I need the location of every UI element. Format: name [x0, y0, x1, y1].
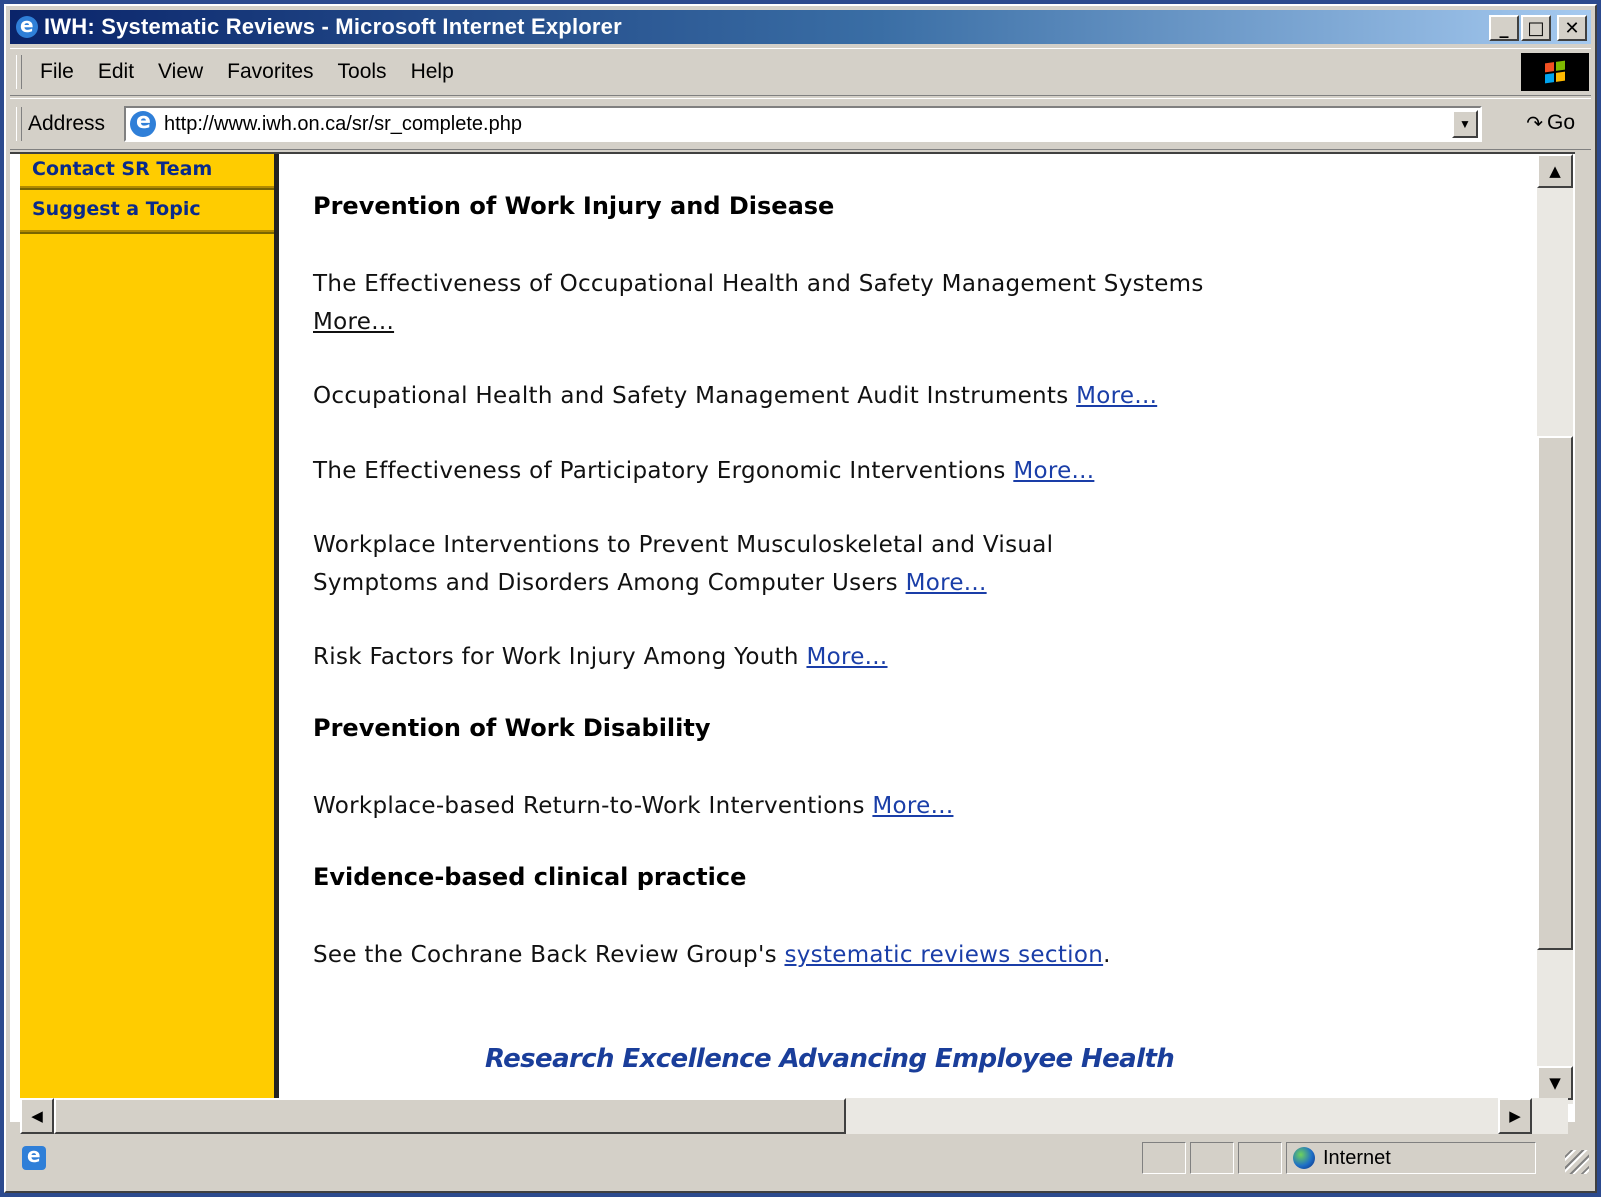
window-controls: _ □ ✕ [1489, 15, 1587, 41]
address-bar: Address http://www.iwh.on.ca/sr/sr_compl… [10, 98, 1591, 150]
menu-bar: File Edit View Favorites Tools Help [10, 48, 1591, 96]
menu-edit[interactable]: Edit [86, 60, 146, 84]
sidebar-item-contact[interactable]: Contact SR Team [20, 154, 274, 188]
page-viewport: Contact SR Team Suggest a Topic Preventi… [10, 152, 1575, 1122]
more-link[interactable]: More... [806, 644, 887, 670]
menu-help[interactable]: Help [399, 60, 466, 84]
list-item: Workplace Interventions to Prevent Muscu… [313, 526, 1173, 602]
status-panel [1238, 1142, 1282, 1174]
status-panel [1190, 1142, 1234, 1174]
title-bar[interactable]: IWH: Systematic Reviews - Microsoft Inte… [10, 10, 1591, 44]
horizontal-scroll-thumb[interactable] [54, 1098, 846, 1134]
address-label: Address [28, 112, 106, 135]
list-item: The Effectiveness of Participatory Ergon… [313, 452, 1313, 490]
sidebar: Contact SR Team Suggest a Topic [20, 154, 279, 1122]
scroll-down-icon[interactable]: ▼ [1537, 1066, 1573, 1100]
window-title: IWH: Systematic Reviews - Microsoft Inte… [44, 14, 622, 39]
section-heading: Prevention of Work Injury and Disease [313, 192, 835, 220]
status-bar: Internet [10, 1140, 1591, 1176]
footer-tagline: Research Excellence Advancing Employee H… [485, 1044, 1175, 1074]
cochrane-link[interactable]: systematic reviews section [784, 942, 1103, 968]
minimize-button[interactable]: _ [1489, 15, 1519, 41]
close-button[interactable]: ✕ [1557, 15, 1587, 41]
more-link[interactable]: More... [906, 570, 987, 596]
sidebar-item-suggest[interactable]: Suggest a Topic [20, 188, 274, 232]
entry-title: The Effectiveness of Occupational Health… [313, 271, 1204, 297]
horizontal-scrollbar[interactable]: ◀ ▶ [20, 1098, 1568, 1134]
more-link[interactable]: More... [1076, 383, 1157, 409]
main-content: Prevention of Work Injury and Disease Th… [313, 154, 1543, 1122]
windows-logo-icon [1521, 53, 1589, 91]
globe-icon [1293, 1147, 1315, 1169]
entry-title: The Effectiveness of Participatory Ergon… [313, 458, 1006, 484]
security-zone: Internet [1286, 1142, 1536, 1174]
scroll-up-icon[interactable]: ▲ [1537, 154, 1573, 188]
list-item: Workplace-based Return-to-Work Intervent… [313, 787, 1313, 825]
chevron-down-icon[interactable]: ▼ [1452, 110, 1478, 138]
scroll-left-icon[interactable]: ◀ [20, 1098, 54, 1134]
list-item: Risk Factors for Work Injury Among Youth… [313, 638, 1313, 676]
menu-file[interactable]: File [28, 60, 86, 84]
list-item: The Effectiveness of Occupational Health… [313, 265, 1213, 341]
browser-window: IWH: Systematic Reviews - Microsoft Inte… [4, 4, 1597, 1193]
entry-suffix: . [1103, 942, 1111, 968]
vertical-scrollbar[interactable]: ▲ ▼ [1537, 154, 1573, 1104]
zone-label: Internet [1323, 1146, 1391, 1169]
menu-view[interactable]: View [146, 60, 215, 84]
go-label: Go [1546, 111, 1575, 134]
toolbar-grip[interactable] [16, 55, 22, 89]
resize-grip-icon[interactable] [1565, 1150, 1589, 1174]
list-item: Occupational Health and Safety Managemen… [313, 377, 1313, 415]
go-arrow-icon: ↷ [1526, 111, 1543, 135]
go-button[interactable]: ↷ Go [1526, 111, 1575, 135]
entry-title: Risk Factors for Work Injury Among Youth [313, 644, 799, 670]
more-link[interactable]: More... [313, 309, 394, 335]
ie-logo-icon [16, 13, 38, 38]
entry-title: Workplace-based Return-to-Work Intervent… [313, 793, 865, 819]
menu-favorites[interactable]: Favorites [215, 60, 325, 84]
section-heading: Prevention of Work Disability [313, 714, 711, 742]
menu-tools[interactable]: Tools [326, 60, 399, 84]
address-input[interactable]: http://www.iwh.on.ca/sr/sr_complete.php … [124, 106, 1482, 142]
address-url[interactable]: http://www.iwh.on.ca/sr/sr_complete.php [164, 113, 522, 136]
entry-title: See the Cochrane Back Review Group's [313, 942, 777, 968]
scroll-right-icon[interactable]: ▶ [1498, 1098, 1532, 1134]
toolbar-grip[interactable] [16, 107, 22, 141]
maximize-button[interactable]: □ [1521, 15, 1551, 41]
page-icon [130, 109, 156, 137]
vertical-scroll-thumb[interactable] [1537, 436, 1573, 950]
section-heading: Evidence-based clinical practice [313, 863, 747, 891]
more-link[interactable]: More... [872, 793, 953, 819]
entry-title: Occupational Health and Safety Managemen… [313, 383, 1069, 409]
page-status-icon [22, 1143, 46, 1170]
list-item: See the Cochrane Back Review Group's sys… [313, 936, 1413, 974]
more-link[interactable]: More... [1013, 458, 1094, 484]
status-panel [1142, 1142, 1186, 1174]
